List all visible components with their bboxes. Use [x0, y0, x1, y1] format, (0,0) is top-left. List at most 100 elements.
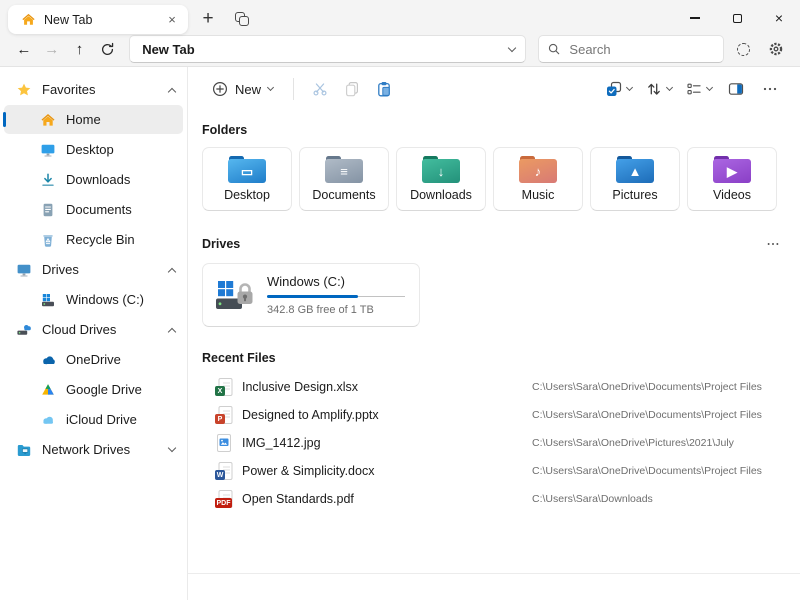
chevron-up-icon[interactable] [168, 87, 176, 95]
chevron-up-icon[interactable] [168, 267, 176, 275]
sidebar-item-label: Google Drive [66, 382, 175, 397]
chevron-down-icon[interactable] [168, 444, 176, 452]
settings-button[interactable] [762, 36, 790, 62]
sidebar-item-desktop[interactable]: Desktop [4, 135, 183, 164]
pdf-file-icon: PDF [215, 490, 233, 508]
details-pane-icon [728, 81, 744, 97]
minimize-button[interactable] [674, 0, 716, 36]
recent-file-row[interactable]: IMG_1412.jpg C:\Users\Sara\OneDrive\Pict… [202, 429, 786, 457]
folder-tile-videos[interactable]: ▶ Videos [687, 147, 777, 211]
file-path: C:\Users\Sara\Downloads [532, 493, 653, 505]
forward-button[interactable]: → [38, 36, 66, 62]
recent-file-row[interactable]: W Power & Simplicity.docx C:\Users\Sara\… [202, 457, 786, 485]
folder-tile-label: Documents [312, 188, 375, 202]
chevron-up-icon[interactable] [168, 327, 176, 335]
ellipsis-icon [766, 237, 780, 251]
folder-tile-documents[interactable]: ≡ Documents [299, 147, 389, 211]
sidebar-item-label: Windows (C:) [66, 292, 175, 307]
new-tab-button[interactable]: + [194, 5, 222, 33]
details-pane-button[interactable] [720, 73, 752, 105]
recent-file-row[interactable]: X Inclusive Design.xlsx C:\Users\Sara\On… [202, 373, 786, 401]
windows-drive-icon [40, 292, 56, 308]
network-folder-icon [16, 442, 32, 458]
minimize-icon [690, 17, 700, 18]
home-tab-icon [20, 12, 36, 28]
address-bar[interactable]: New Tab [129, 35, 526, 63]
recent-files-list: X Inclusive Design.xlsx C:\Users\Sara\On… [202, 373, 786, 513]
cut-button[interactable] [304, 73, 336, 105]
pictures-folder-icon: ▲ [616, 156, 654, 183]
section-title-recent-files: Recent Files [202, 351, 786, 365]
tab-new-tab[interactable]: New Tab × [8, 5, 188, 34]
sidebar-item-google-drive[interactable]: Google Drive [4, 375, 183, 404]
sidebar-item-home[interactable]: Home [4, 105, 183, 134]
file-name: IMG_1412.jpg [242, 436, 532, 450]
select-button[interactable] [600, 73, 638, 105]
close-button[interactable]: × [758, 0, 800, 36]
paste-button[interactable] [368, 73, 400, 105]
sidebar-item-recycle-bin[interactable]: Recycle Bin [4, 225, 183, 254]
recent-file-row[interactable]: P Designed to Amplify.pptx C:\Users\Sara… [202, 401, 786, 429]
sort-button[interactable] [640, 73, 678, 105]
section-label: Network Drives [42, 442, 159, 457]
tab-title: New Tab [44, 13, 154, 27]
sidebar-item-icloud-drive[interactable]: iCloud Drive [4, 405, 183, 434]
file-path: C:\Users\Sara\OneDrive\Documents\Project… [532, 381, 762, 393]
folder-tile-downloads[interactable]: ↓ Downloads [396, 147, 486, 211]
sidebar-item-downloads[interactable]: Downloads [4, 165, 183, 194]
maximize-button[interactable] [716, 0, 758, 36]
chevron-down-icon[interactable] [508, 43, 516, 51]
tab-switcher-button[interactable] [228, 5, 256, 33]
recent-file-row[interactable]: PDF Open Standards.pdf C:\Users\Sara\Dow… [202, 485, 786, 513]
section-title-drives: Drives [202, 237, 240, 251]
file-name: Inclusive Design.xlsx [242, 380, 532, 394]
sidebar-item-label: Documents [66, 202, 175, 217]
powerpoint-file-icon: P [215, 406, 233, 424]
tab-close-button[interactable]: × [162, 10, 182, 30]
sidebar-section-cloud-drives[interactable]: Cloud Drives [4, 315, 183, 344]
sidebar-item-label: Recycle Bin [66, 232, 175, 247]
new-button[interactable]: New [202, 73, 283, 105]
refresh-button[interactable] [93, 36, 121, 62]
back-icon: ← [16, 41, 31, 58]
copy-button[interactable] [336, 73, 368, 105]
drives-more-button[interactable] [760, 235, 786, 253]
up-button[interactable]: ↑ [66, 36, 94, 62]
paste-icon [376, 81, 392, 97]
chevron-down-icon [666, 84, 673, 91]
monitor-icon [16, 262, 32, 278]
drive-usage-bar [267, 295, 405, 298]
sidebar-item-onedrive[interactable]: OneDrive [4, 345, 183, 374]
maximize-icon [733, 14, 742, 23]
sidebar-section-network-drives[interactable]: Network Drives [4, 435, 183, 464]
search-box[interactable] [538, 35, 724, 63]
account-button[interactable] [729, 36, 757, 62]
sidebar-section-drives[interactable]: Drives [4, 255, 183, 284]
folder-tile-pictures[interactable]: ▲ Pictures [590, 147, 680, 211]
sidebar-section-favorites[interactable]: Favorites [4, 75, 183, 104]
more-options-button[interactable] [754, 73, 786, 105]
cloud-drive-icon [16, 322, 32, 338]
search-input[interactable] [567, 41, 715, 58]
back-button[interactable]: ← [10, 36, 38, 62]
downloads-folder-icon: ↓ [422, 156, 460, 183]
recycle-bin-icon [40, 232, 56, 248]
image-file-icon [215, 434, 233, 452]
folder-tile-music[interactable]: ♪ Music [493, 147, 583, 211]
sidebar-item-windows-c[interactable]: Windows (C:) [4, 285, 183, 314]
selection-indicator [3, 112, 6, 127]
forward-icon: → [44, 41, 59, 58]
chevron-down-icon [267, 84, 274, 91]
document-icon [40, 202, 56, 218]
file-name: Power & Simplicity.docx [242, 464, 532, 478]
drive-free-text: 342.8 GB free of 1 TB [267, 304, 405, 316]
new-button-label: New [235, 82, 261, 97]
drive-card-windows-c[interactable]: Windows (C:) 342.8 GB free of 1 TB [202, 263, 420, 327]
sidebar-item-documents[interactable]: Documents [4, 195, 183, 224]
view-button[interactable] [680, 73, 718, 105]
folder-tile-desktop[interactable]: ▭ Desktop [202, 147, 292, 211]
refresh-icon [100, 42, 115, 57]
chevron-down-icon [626, 84, 633, 91]
star-icon [16, 82, 32, 98]
chevron-down-icon [706, 84, 713, 91]
